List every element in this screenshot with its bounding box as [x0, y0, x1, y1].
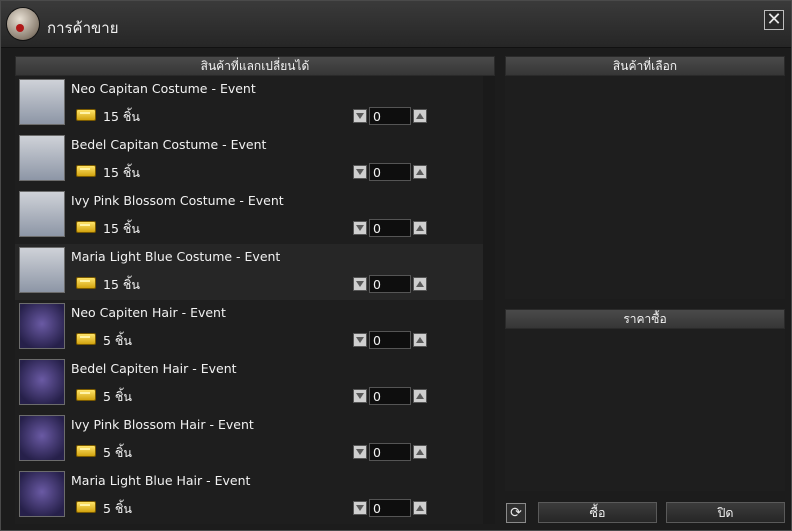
- arrow-down-icon[interactable]: [353, 501, 367, 515]
- item-quantity: 5 ชิ้น: [103, 389, 132, 404]
- item-thumbnail: [19, 415, 65, 461]
- selected-items-panel: สินค้าที่เลือก: [505, 56, 785, 299]
- item-quantity: 5 ชิ้น: [103, 445, 132, 460]
- app-icon: [7, 8, 39, 40]
- quantity-input[interactable]: [369, 163, 411, 181]
- item-thumbnail: [19, 135, 65, 181]
- arrow-down-icon[interactable]: [353, 165, 367, 179]
- coin-icon: [76, 221, 96, 233]
- arrow-down-icon[interactable]: [353, 333, 367, 347]
- coin-icon: [76, 165, 96, 177]
- trade-window: การค้าขาย ✕ สินค้าที่แลกเปลี่ยนได้ Neo C…: [0, 0, 792, 531]
- coin-icon: [76, 109, 96, 121]
- arrow-up-icon[interactable]: [413, 221, 427, 235]
- item-name: Ivy Pink Blossom Costume - Event: [71, 193, 284, 208]
- coin-icon: [76, 277, 96, 289]
- quantity-input[interactable]: [369, 331, 411, 349]
- quantity-input[interactable]: [369, 499, 411, 517]
- item-name: Maria Light Blue Hair - Event: [71, 473, 251, 488]
- arrow-up-icon[interactable]: [413, 109, 427, 123]
- item-thumbnail: [19, 359, 65, 405]
- buy-button[interactable]: ซื้อ: [538, 502, 657, 523]
- item-thumbnail: [19, 79, 65, 125]
- item-name: Bedel Capitan Costume - Event: [71, 137, 267, 152]
- arrow-up-icon[interactable]: [413, 445, 427, 459]
- refresh-icon[interactable]: ⟳: [506, 503, 526, 523]
- list-item[interactable]: Bedel Capitan Costume - Event 15 ชิ้น: [15, 132, 495, 188]
- arrow-down-icon[interactable]: [353, 389, 367, 403]
- item-thumbnail: [19, 191, 65, 237]
- item-name: Bedel Capiten Hair - Event: [71, 361, 237, 376]
- item-quantity: 5 ชิ้น: [103, 501, 132, 516]
- arrow-down-icon[interactable]: [353, 109, 367, 123]
- coin-icon: [76, 389, 96, 401]
- list-item[interactable]: Maria Light Blue Hair - Event 5 ชิ้น: [15, 468, 495, 524]
- coin-icon: [76, 445, 96, 457]
- item-name: Ivy Pink Blossom Hair - Event: [71, 417, 254, 432]
- list-item[interactable]: Ivy Pink Blossom Hair - Event 5 ชิ้น: [15, 412, 495, 468]
- tradable-items-panel: สินค้าที่แลกเปลี่ยนได้ Neo Capitan Costu…: [15, 56, 495, 524]
- window-title: การค้าขาย: [47, 19, 119, 37]
- arrow-up-icon[interactable]: [413, 165, 427, 179]
- arrow-down-icon[interactable]: [353, 445, 367, 459]
- item-quantity: 15 ชิ้น: [103, 165, 140, 180]
- quantity-input[interactable]: [369, 387, 411, 405]
- close-symbol: ✕: [766, 9, 782, 30]
- arrow-up-icon[interactable]: [413, 389, 427, 403]
- list-item[interactable]: Maria Light Blue Costume - Event 15 ชิ้น: [15, 244, 495, 300]
- close-icon[interactable]: ✕: [764, 10, 784, 30]
- item-quantity: 15 ชิ้น: [103, 221, 140, 236]
- list-item[interactable]: Neo Capiten Hair - Event 5 ชิ้น: [15, 300, 495, 356]
- close-button[interactable]: ปิด: [666, 502, 785, 523]
- item-thumbnail: [19, 303, 65, 349]
- coin-icon: [76, 333, 96, 345]
- item-quantity: 5 ชิ้น: [103, 333, 132, 348]
- arrow-up-icon[interactable]: [413, 333, 427, 347]
- list-item[interactable]: Bedel Capiten Hair - Event 5 ชิ้น: [15, 356, 495, 412]
- item-thumbnail: [19, 247, 65, 293]
- quantity-input[interactable]: [369, 219, 411, 237]
- item-name: Neo Capitan Costume - Event: [71, 81, 256, 96]
- item-quantity: 15 ชิ้น: [103, 277, 140, 292]
- buy-price-panel: ราคาซื้อ: [505, 309, 785, 491]
- quantity-input[interactable]: [369, 443, 411, 461]
- selected-items-header: สินค้าที่เลือก: [505, 56, 785, 76]
- item-quantity: 15 ชิ้น: [103, 109, 140, 124]
- arrow-down-icon[interactable]: [353, 221, 367, 235]
- arrow-up-icon[interactable]: [413, 277, 427, 291]
- tradable-items-header: สินค้าที่แลกเปลี่ยนได้: [15, 56, 495, 76]
- buy-price-header: ราคาซื้อ: [505, 309, 785, 329]
- list-item[interactable]: Ivy Pink Blossom Costume - Event 15 ชิ้น: [15, 188, 495, 244]
- item-list-scrollbar[interactable]: [483, 76, 495, 524]
- coin-icon: [76, 501, 96, 513]
- list-item[interactable]: Neo Capitan Costume - Event 15 ชิ้น: [15, 76, 495, 132]
- item-name: Maria Light Blue Costume - Event: [71, 249, 281, 264]
- refresh-symbol: ⟳: [510, 505, 522, 521]
- item-thumbnail: [19, 471, 65, 517]
- arrow-down-icon[interactable]: [353, 277, 367, 291]
- quantity-input[interactable]: [369, 107, 411, 125]
- item-name: Neo Capiten Hair - Event: [71, 305, 226, 320]
- title-bar[interactable]: การค้าขาย ✕: [1, 1, 791, 48]
- quantity-input[interactable]: [369, 275, 411, 293]
- arrow-up-icon[interactable]: [413, 501, 427, 515]
